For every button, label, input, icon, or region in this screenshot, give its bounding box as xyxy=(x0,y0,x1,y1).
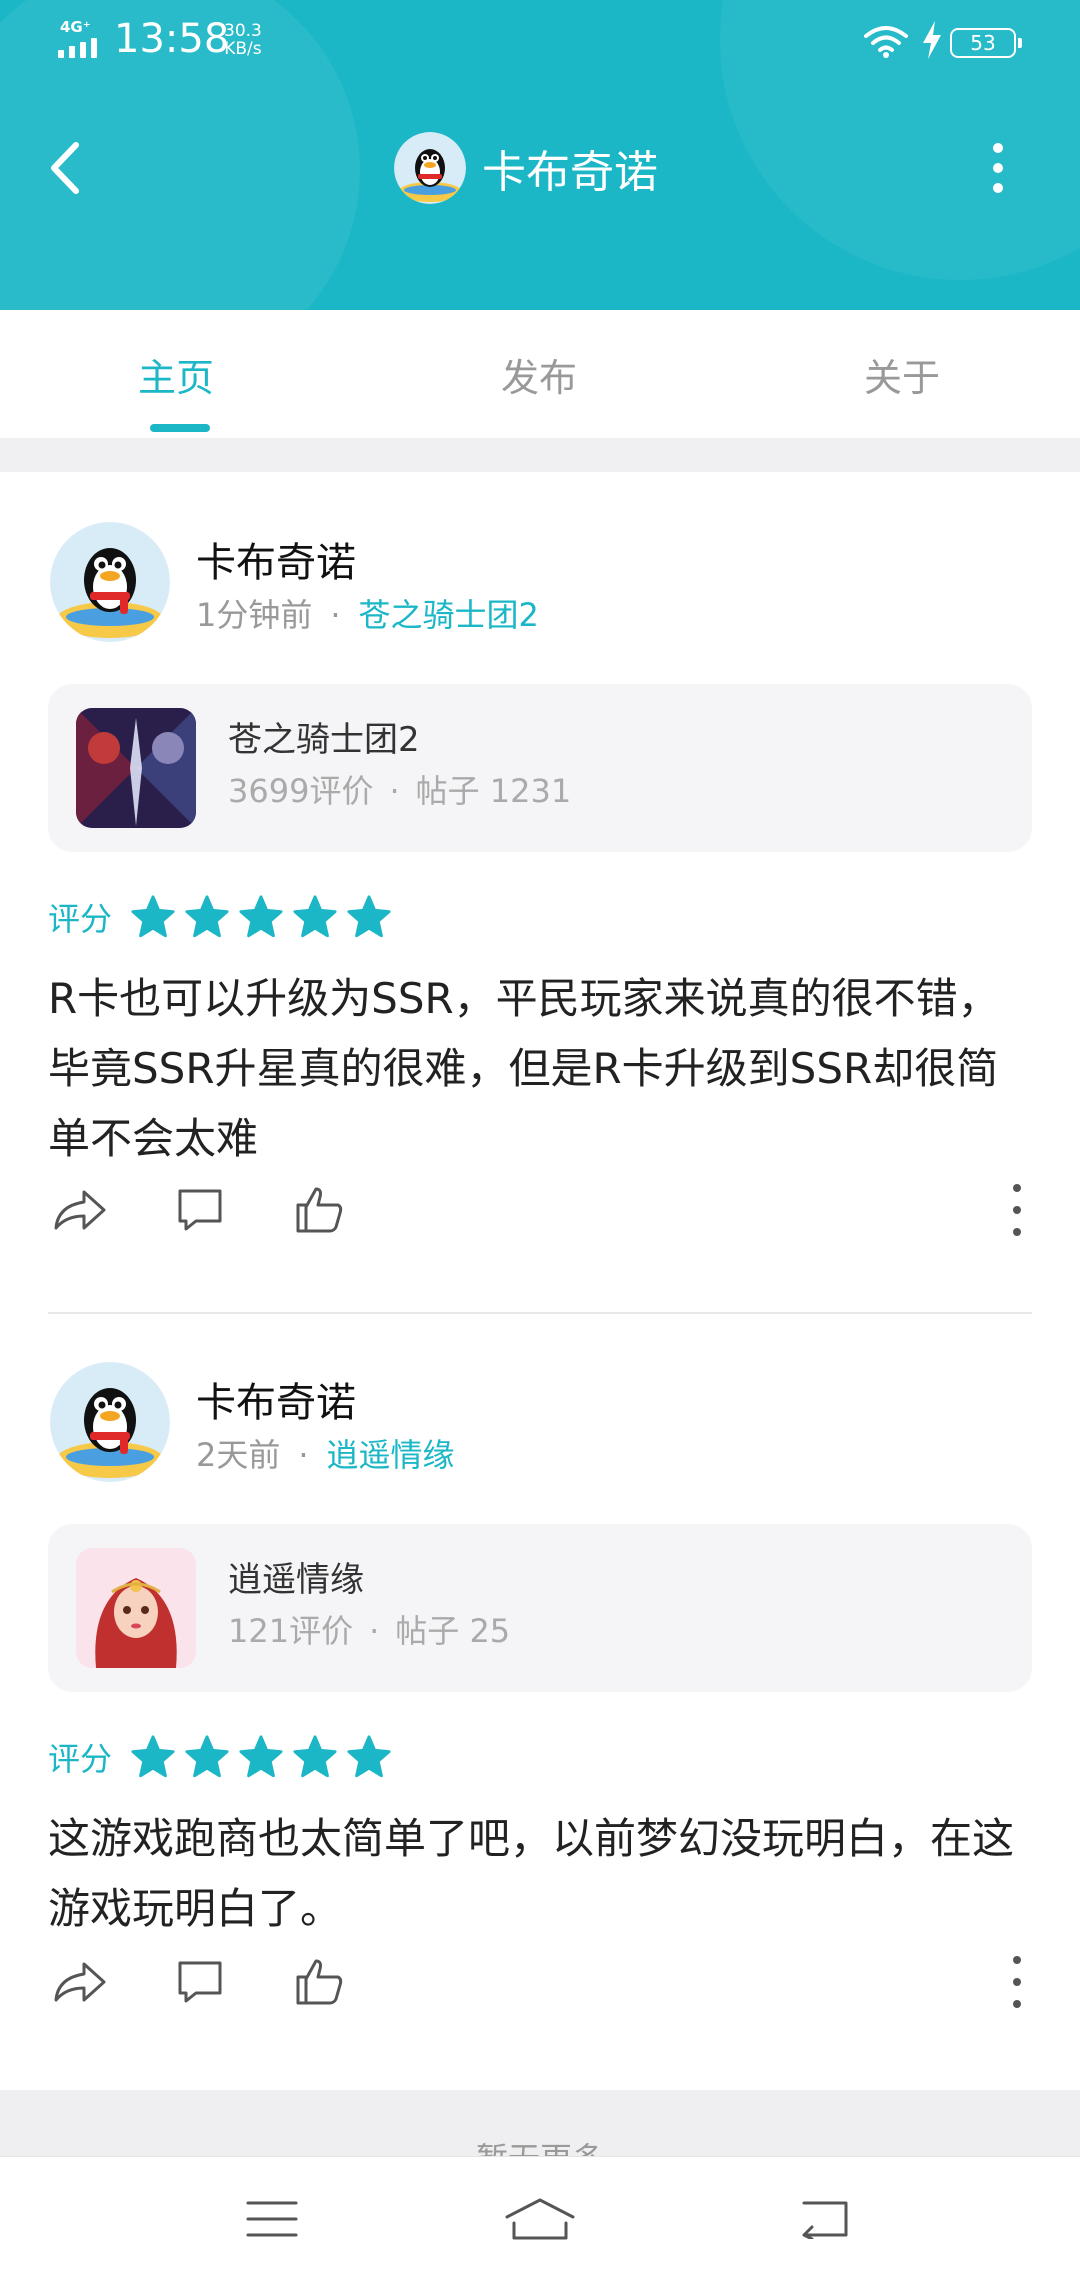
game-thumbnail xyxy=(76,708,196,828)
profile-header: 4G⁺ 13:58 30.3 KB/s 53 卡布奇诺 xyxy=(0,0,1080,310)
tab-label: 发布 xyxy=(500,355,577,400)
tab-about[interactable]: 关于 xyxy=(673,310,1080,438)
game-stats: 3699评价 · 帖子 1231 xyxy=(228,766,571,812)
battery-level: 53 xyxy=(970,31,996,55)
rating-stars xyxy=(130,1734,400,1780)
star-icon xyxy=(185,895,229,938)
status-time: 13:58 xyxy=(114,16,230,62)
game-post-count: 帖子 1231 xyxy=(415,772,572,810)
menu-icon xyxy=(246,2201,298,2237)
network-speed: 30.3 KB/s xyxy=(224,22,262,58)
nav-back-button[interactable] xyxy=(784,2179,864,2259)
comment-icon xyxy=(178,1189,222,1231)
post-author[interactable]: 卡布奇诺 xyxy=(196,1370,356,1428)
post-divider xyxy=(48,1312,1032,1314)
avatar[interactable] xyxy=(50,1362,170,1482)
like-button[interactable] xyxy=(288,1950,352,2014)
like-icon xyxy=(296,1959,343,2005)
meta-separator: · xyxy=(330,596,341,634)
page-title: 卡布奇诺 xyxy=(482,147,658,198)
meta-separator: · xyxy=(389,772,400,810)
star-icon xyxy=(239,895,283,938)
game-name: 逍遥情缘 xyxy=(228,1560,364,1600)
star-icon xyxy=(293,1735,337,1778)
game-post-count: 帖子 25 xyxy=(395,1612,511,1650)
rating-row: 评分 xyxy=(48,892,400,942)
more-vertical-icon xyxy=(1013,1956,1021,1964)
post-body[interactable]: 这游戏跑商也太简单了吧，以前梦幻没玩明白，在这游戏玩明白了。 xyxy=(48,1804,1028,1944)
star-icon xyxy=(347,1735,391,1778)
tab-publish[interactable]: 发布 xyxy=(405,310,672,438)
comment-button[interactable] xyxy=(168,1950,232,2014)
signal-icon: 4G⁺ xyxy=(58,18,106,58)
game-card[interactable]: 逍遥情缘 121评价 · 帖子 25 xyxy=(48,1524,1032,1692)
post-more-button[interactable] xyxy=(1002,1956,1032,2008)
avatar xyxy=(394,132,466,204)
post-actions xyxy=(48,1950,1032,2014)
network-speed-unit: KB/s xyxy=(224,39,262,59)
star-icon xyxy=(131,1735,175,1778)
share-icon xyxy=(54,1962,106,2002)
star-icon xyxy=(131,895,175,938)
meta-separator: · xyxy=(298,1436,309,1474)
post-time: 2天前 xyxy=(196,1436,281,1474)
back-button[interactable] xyxy=(34,136,98,200)
more-vertical-icon xyxy=(1013,1184,1021,1192)
tab-bar: 主页 发布 关于 xyxy=(0,310,1080,438)
rating-stars xyxy=(130,894,400,940)
rating-row: 评分 xyxy=(48,1732,400,1782)
tab-home[interactable]: 主页 xyxy=(0,310,405,438)
game-stats: 121评价 · 帖子 25 xyxy=(228,1606,510,1652)
tab-active-indicator xyxy=(150,424,210,432)
game-card[interactable]: 苍之骑士团2 3699评价 · 帖子 1231 xyxy=(48,684,1032,852)
post-game-link[interactable]: 苍之骑士团2 xyxy=(359,596,539,634)
network-speed-value: 30.3 xyxy=(224,21,262,41)
post-feed: 卡布奇诺 1分钟前 · 苍之骑士团2 苍之骑士团2 3699评价 · 帖子 1231 xyxy=(0,472,1080,2092)
charging-icon xyxy=(923,21,941,59)
post-actions xyxy=(48,1178,1032,1242)
post-body[interactable]: R卡也可以升级为SSR，平民玩家来说真的很不错，毕竟SSR升星真的很难，但是R卡… xyxy=(48,964,1028,1174)
status-bar: 4G⁺ 13:58 30.3 KB/s 53 xyxy=(0,0,1080,84)
more-options-button[interactable] xyxy=(966,136,1030,200)
comment-icon xyxy=(178,1961,222,2003)
post-more-button[interactable] xyxy=(1002,1184,1032,1236)
avatar[interactable] xyxy=(50,522,170,642)
like-icon xyxy=(296,1187,343,1233)
star-icon xyxy=(185,1735,229,1778)
post-game-link[interactable]: 逍遥情缘 xyxy=(327,1436,455,1474)
star-icon xyxy=(293,895,337,938)
home-button[interactable] xyxy=(500,2179,580,2259)
tab-label: 主页 xyxy=(138,355,215,400)
game-review-count: 121评价 xyxy=(228,1612,354,1650)
game-thumbnail xyxy=(76,1548,196,1668)
home-icon xyxy=(505,2198,575,2240)
comment-button[interactable] xyxy=(168,1178,232,1242)
back-icon xyxy=(51,142,79,194)
post-time: 1分钟前 xyxy=(196,596,313,634)
star-icon xyxy=(347,895,391,938)
post-meta: 2天前 · 逍遥情缘 xyxy=(196,1430,455,1476)
meta-separator: · xyxy=(369,1612,380,1650)
menu-button[interactable] xyxy=(232,2179,312,2259)
rating-label: 评分 xyxy=(48,1740,113,1778)
network-type: 4G⁺ xyxy=(60,18,91,36)
like-button[interactable] xyxy=(288,1178,352,1242)
rating-label: 评分 xyxy=(48,900,113,938)
wifi-icon xyxy=(864,26,908,58)
post-meta: 1分钟前 · 苍之骑士团2 xyxy=(196,590,539,636)
header-title-group: 卡布奇诺 xyxy=(394,128,658,208)
share-button[interactable] xyxy=(48,1178,112,1242)
game-review-count: 3699评价 xyxy=(228,772,374,810)
more-vertical-icon xyxy=(993,143,1003,153)
star-icon xyxy=(239,1735,283,1778)
battery-icon: 53 xyxy=(950,28,1022,58)
game-name: 苍之骑士团2 xyxy=(228,720,420,760)
load-more-footer: 暂无更多 xyxy=(0,2090,1080,2178)
share-icon xyxy=(54,1190,106,1230)
back-icon xyxy=(802,2201,848,2239)
system-nav-bar xyxy=(0,2156,1080,2281)
share-button[interactable] xyxy=(48,1950,112,2014)
post-author[interactable]: 卡布奇诺 xyxy=(196,530,356,588)
tab-label: 关于 xyxy=(863,355,940,400)
